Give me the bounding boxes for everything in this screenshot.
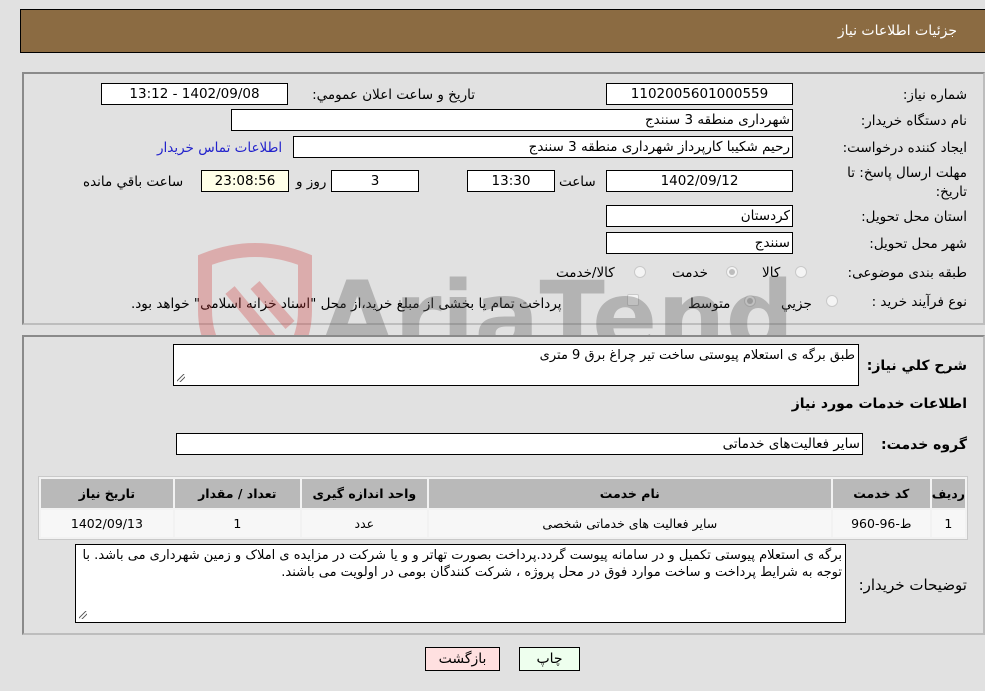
description-textarea[interactable]: طبق برگه ی استعلام پيوستی ساخت تير چراغ …: [173, 344, 859, 386]
purchase-type-radio-minor[interactable]: [826, 295, 838, 307]
deadline-date-field[interactable]: 1402/09/12: [606, 170, 793, 192]
service-group-label: گروه خدمت:: [881, 437, 967, 453]
services-section-title: اطلاعات خدمات مورد نياز: [791, 396, 967, 412]
back-button[interactable]: بازگشت: [425, 647, 500, 671]
col-need-date: تاريخ نياز: [41, 479, 173, 508]
cell-row-number: 1: [931, 510, 965, 537]
buyer-org-label: نام دستگاه خريدار:: [860, 113, 967, 129]
category-radio-goods[interactable]: [795, 266, 807, 278]
treasury-checkbox[interactable]: [627, 294, 639, 306]
cell-unit: عدد: [301, 510, 427, 537]
purchase-type-label: نوع فرآيند خريد :: [871, 294, 967, 310]
buyer-notes-text: برگه ی استعلام پيوستی تکميل و در سامانه …: [82, 548, 842, 580]
deadline-label-line2: تاريخ:: [935, 184, 967, 200]
col-quantity: تعداد / مقدار: [174, 479, 300, 508]
cell-need-date: 1402/09/13: [41, 510, 173, 537]
remaining-days-field[interactable]: 3: [331, 170, 419, 192]
province-field[interactable]: کردستان: [606, 205, 793, 227]
treasury-note: پرداخت تمام يا بخشی از مبلغ خريد،از محل …: [131, 296, 562, 312]
remaining-time-label: ساعت باقي مانده: [83, 174, 184, 190]
city-field[interactable]: سنندج: [606, 232, 793, 254]
services-table: رديف کد خدمت نام خدمت واحد اندازه گيری ت…: [38, 476, 968, 540]
description-label: شرح کلي نياز:: [866, 358, 967, 374]
need-number-label: شماره نياز:: [902, 87, 967, 103]
category-label: طبقه بندی موضوعی:: [847, 265, 967, 281]
category-option-goods-service: کالا/خدمت: [556, 265, 615, 281]
description-text: طبق برگه ی استعلام پيوستی ساخت تير چراغ …: [539, 348, 855, 363]
print-button[interactable]: چاپ: [519, 647, 580, 671]
purchase-type-option-minor: جزيي: [781, 296, 812, 312]
need-number-field[interactable]: 1102005601000559: [606, 83, 793, 105]
resize-handle-icon[interactable]: [177, 374, 185, 382]
purchase-type-option-medium: متوسط: [688, 296, 731, 312]
purchase-type-radio-medium[interactable]: [744, 295, 756, 307]
buyer-notes-label: توضيحات خريدار:: [858, 576, 967, 594]
province-label: استان محل تحويل:: [861, 209, 967, 225]
requester-label: ايجاد کننده درخواست:: [842, 140, 967, 156]
col-service-code: کد خدمت: [832, 479, 930, 508]
category-radio-service[interactable]: [726, 266, 738, 278]
announce-datetime-field[interactable]: 1402/09/08 - 13:12: [101, 83, 288, 105]
city-label: شهر محل تحويل:: [869, 236, 967, 252]
requester-field[interactable]: رحيم شکيبا کارپرداز شهرداری منطقه 3 سنند…: [293, 136, 793, 158]
category-option-goods: کالا: [762, 265, 781, 281]
page-header: جزئيات اطلاعات نياز: [20, 9, 985, 53]
deadline-time-label: ساعت: [559, 174, 596, 190]
buyer-contact-link[interactable]: اطلاعات تماس خريدار: [157, 140, 282, 156]
table-header-row: رديف کد خدمت نام خدمت واحد اندازه گيری ت…: [41, 479, 965, 508]
col-unit: واحد اندازه گيری: [301, 479, 427, 508]
resize-handle-icon[interactable]: [79, 611, 87, 619]
buyer-notes-textarea[interactable]: برگه ی استعلام پيوستی تکميل و در سامانه …: [75, 544, 846, 623]
col-service-name: نام خدمت: [428, 479, 831, 508]
category-option-service: خدمت: [672, 265, 708, 281]
deadline-time-field[interactable]: 13:30: [467, 170, 555, 192]
announce-datetime-label: تاريخ و ساعت اعلان عمومي:: [312, 87, 475, 103]
cell-service-name: ساير فعاليت های خدماتی شخصی: [428, 510, 831, 537]
cell-service-code: ط-96-960: [832, 510, 930, 537]
table-row: 1 ط-96-960 ساير فعاليت های خدماتی شخصی ع…: [41, 510, 965, 537]
buyer-org-field[interactable]: شهرداری منطقه 3 سنندج: [231, 109, 793, 131]
service-group-field[interactable]: ساير فعاليت‌های خدماتی: [176, 433, 863, 455]
category-radio-goods-service[interactable]: [634, 266, 646, 278]
deadline-label: مهلت ارسال پاسخ: تا تاريخ:: [847, 164, 967, 202]
remaining-time-field: 23:08:56: [201, 170, 289, 192]
days-label: روز و: [296, 174, 327, 190]
col-row-number: رديف: [931, 479, 965, 508]
deadline-label-line1: مهلت ارسال پاسخ: تا: [847, 165, 967, 181]
cell-quantity: 1: [174, 510, 300, 537]
page-title: جزئيات اطلاعات نياز: [837, 23, 957, 39]
